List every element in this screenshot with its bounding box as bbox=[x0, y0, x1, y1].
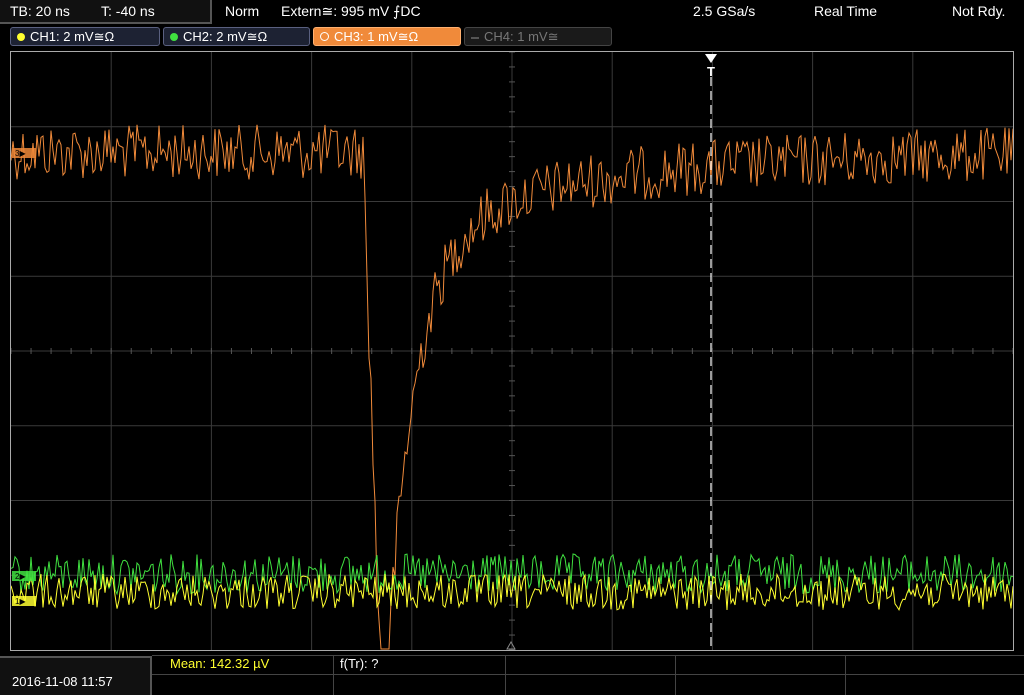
waveform-canvas: T 3▶ 2▶ 1▶ bbox=[11, 52, 1013, 650]
measurement-bar bbox=[0, 655, 1024, 695]
measurement-divider-v1 bbox=[333, 655, 334, 695]
timebase-label[interactable]: TB: 20 ns bbox=[10, 3, 70, 19]
trigger-marker-icon[interactable] bbox=[705, 54, 717, 63]
center-marker-icon bbox=[506, 640, 516, 650]
ch1-dot-icon bbox=[17, 32, 25, 41]
ch2-dot-icon bbox=[170, 32, 178, 41]
ch3-offset-label: 3▶ bbox=[15, 149, 26, 158]
measurement-rise-time[interactable]: f(Tr): ? bbox=[340, 656, 379, 671]
ch1-offset-label: 1▶ bbox=[15, 597, 26, 606]
trigger-offset-label[interactable]: T: -40 ns bbox=[101, 3, 155, 19]
measurement-divider-v2 bbox=[505, 655, 506, 695]
measurement-divider-top bbox=[152, 655, 1024, 656]
trigger-source[interactable]: Extern≅: 995 mV ⨍DC bbox=[281, 3, 421, 20]
measurement-divider-v3 bbox=[675, 655, 676, 695]
coupling-icon: ≅ bbox=[321, 3, 334, 19]
waveform-display[interactable]: T 3▶ 2▶ 1▶ bbox=[10, 51, 1014, 651]
sample-rate: 2.5 GSa/s bbox=[693, 3, 756, 19]
trigger-marker-label: T bbox=[707, 64, 715, 79]
measurement-mean[interactable]: Mean: 142.32 µV bbox=[170, 656, 269, 671]
ch3-dot-icon bbox=[320, 32, 329, 42]
channel-tab-ch2[interactable]: CH2: 2 mV≅Ω bbox=[163, 27, 310, 46]
measurement-divider-mid bbox=[152, 674, 1024, 675]
ch2-offset-label: 2▶ bbox=[15, 572, 26, 581]
acquisition-mode[interactable]: Norm bbox=[225, 3, 259, 19]
datetime-label: 2016-11-08 11:57 bbox=[12, 674, 113, 689]
channel-tab-ch1[interactable]: CH1: 2 mV≅Ω bbox=[10, 27, 160, 46]
acquisition-type: Real Time bbox=[814, 3, 878, 19]
ch4-off-icon bbox=[471, 36, 479, 39]
rising-edge-icon: ⨍ bbox=[389, 3, 401, 19]
trigger-state: Not Rdy. bbox=[952, 3, 1006, 19]
measurement-divider-v4 bbox=[845, 655, 846, 695]
channel-tab-ch4[interactable]: CH4: 1 mV≅ bbox=[464, 27, 612, 46]
channel-tab-ch3[interactable]: CH3: 1 mV≅Ω bbox=[313, 27, 461, 46]
